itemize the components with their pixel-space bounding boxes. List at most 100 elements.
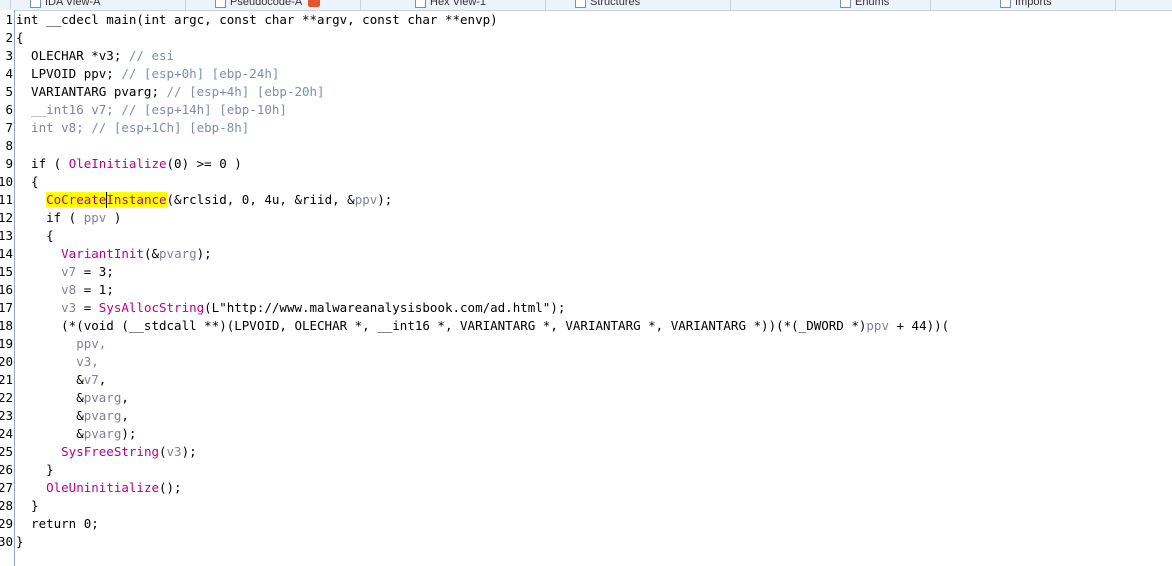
variable-name[interactable]: v3 [167,444,182,459]
code-line[interactable]: &pvarg); [16,425,136,443]
comment[interactable]: // esi [129,48,174,63]
code-line[interactable]: int v8; // [esp+1Ch] [ebp-8h] [16,119,249,137]
code-token[interactable]: & [16,372,84,387]
code-line[interactable]: } [16,533,24,551]
code-token[interactable] [16,354,76,369]
variable-name[interactable]: pvarg [84,408,122,423]
code-token[interactable]: ); [121,426,136,441]
code-line[interactable]: ppv, [16,335,106,353]
code-token[interactable]: OLECHAR *v3; [16,48,129,63]
code-line[interactable]: CoCreateInstance(&rclsid, 0, 4u, &riid, … [16,191,392,209]
code-token[interactable]: + 44))( [889,318,950,333]
function-call[interactable]: VariantInit [61,246,144,261]
variable-name[interactable]: pvarg [84,426,122,441]
variable-name[interactable]: v7 [61,264,76,279]
code-line[interactable]: &pvarg, [16,389,129,407]
function-call[interactable]: SysFreeString [61,444,159,459]
code-token[interactable] [16,246,61,261]
code-token[interactable]: } [16,534,24,549]
code-token[interactable]: if ( [16,156,69,171]
code-token[interactable] [16,444,61,459]
code-token[interactable]: (*(void (__stdcall **)(LPVOID, OLECHAR *… [16,318,866,333]
code-token[interactable]: ) [106,210,122,225]
code-line[interactable]: if ( ppv ) [16,209,121,227]
code-line[interactable]: v3 = SysAllocString(L"http://www.malware… [16,299,565,317]
code-line[interactable]: { [16,173,39,191]
variable-name[interactable]: __int16 v7; [16,102,121,117]
code-token[interactable]: & [16,390,84,405]
code-token[interactable] [16,264,61,279]
code-token[interactable]: VARIANTARG pvarg; [16,84,167,99]
tab-ida-view-a[interactable]: IDA View-A [30,0,100,10]
code-line[interactable]: } [16,497,39,515]
code-token[interactable]: } [16,498,39,513]
code-token[interactable] [16,336,76,351]
code-line[interactable]: OLECHAR *v3; // esi [16,47,174,65]
code-token[interactable]: { [16,174,39,189]
code-area[interactable]: int __cdecl main(int argc, const char **… [16,10,1172,566]
variable-name[interactable]: v3, [76,354,99,369]
variable-name[interactable]: pvarg [159,246,197,261]
function-call[interactable]: OleUninitialize [46,480,159,495]
code-line[interactable]: if ( OleInitialize(0) >= 0 ) [16,155,242,173]
code-token[interactable]: return 0; [16,516,99,531]
variable-name[interactable]: pvarg [84,390,122,405]
tab-structures[interactable]: Structures [575,0,640,10]
code-token[interactable] [16,480,46,495]
code-line[interactable]: &pvarg, [16,407,129,425]
tab-pseudocode-a[interactable]: Pseudocode-A [215,0,321,10]
variable-name[interactable]: v8 [61,282,76,297]
code-token[interactable]: & [16,426,84,441]
variable-name[interactable]: ppv [866,318,889,333]
code-token[interactable]: ); [182,444,197,459]
code-line[interactable]: (*(void (__stdcall **)(LPVOID, OLECHAR *… [16,317,949,335]
code-token[interactable]: , [99,372,107,387]
code-line[interactable]: VariantInit(&pvarg); [16,245,212,263]
code-line[interactable]: { [16,227,54,245]
comment[interactable]: // [esp+14h] [ebp-10h] [121,102,287,117]
code-token[interactable]: LPVOID ppv; [16,66,121,81]
tab-hex-view-1[interactable]: Hex View-1 [415,0,486,10]
comment[interactable]: // [esp+0h] [ebp-24h] [121,66,279,81]
code-line[interactable]: { [16,29,24,47]
code-line[interactable]: v3, [16,353,99,371]
tab-close-icon[interactable] [308,0,321,7]
code-line[interactable]: OleUninitialize(); [16,479,182,497]
code-token[interactable]: (0) >= 0 ) [167,156,242,171]
variable-name[interactable]: int v8; [16,120,91,135]
code-token[interactable]: = 1; [76,282,114,297]
code-line[interactable]: LPVOID ppv; // [esp+0h] [ebp-24h] [16,65,279,83]
code-token[interactable]: (&rclsid, 0, 4u, &riid, & [167,192,355,207]
code-line[interactable]: v7 = 3; [16,263,114,281]
code-line[interactable]: __int16 v7; // [esp+14h] [ebp-10h] [16,101,287,119]
code-token[interactable]: , [121,408,129,423]
code-token[interactable]: } [16,462,54,477]
code-token[interactable] [16,192,46,207]
code-line[interactable]: } [16,461,54,479]
code-token[interactable]: = [76,300,99,315]
code-token[interactable]: (); [159,480,182,495]
pseudocode-view[interactable]: 1234567891011121314151617181920212223242… [0,10,1172,566]
variable-name[interactable]: v3 [61,300,76,315]
code-line[interactable]: return 0; [16,515,99,533]
code-token[interactable]: int __cdecl main(int argc, const char **… [16,12,498,27]
code-token[interactable]: { [16,228,54,243]
code-token[interactable]: & [16,408,84,423]
code-token[interactable]: { [16,30,24,45]
code-token[interactable]: = 3; [76,264,114,279]
code-token[interactable] [16,282,61,297]
variable-name[interactable]: ppv, [76,336,106,351]
code-token[interactable]: , [121,390,129,405]
comment[interactable]: // [esp+4h] [ebp-20h] [167,84,325,99]
code-token[interactable]: (L"http://www.malwareanalysisbook.com/ad… [204,300,565,315]
variable-name[interactable]: v7 [84,372,99,387]
function-call[interactable]: SysAllocString [99,300,204,315]
tab-enums[interactable]: Enums [840,0,889,10]
function-call[interactable]: OleInitialize [69,156,167,171]
code-token[interactable]: ( [159,444,167,459]
tab-imports[interactable]: Imports [1000,0,1052,10]
code-line[interactable]: VARIANTARG pvarg; // [esp+4h] [ebp-20h] [16,83,325,101]
variable-name[interactable]: ppv [355,192,378,207]
variable-name[interactable]: ppv [84,210,107,225]
code-token[interactable]: if ( [16,210,84,225]
